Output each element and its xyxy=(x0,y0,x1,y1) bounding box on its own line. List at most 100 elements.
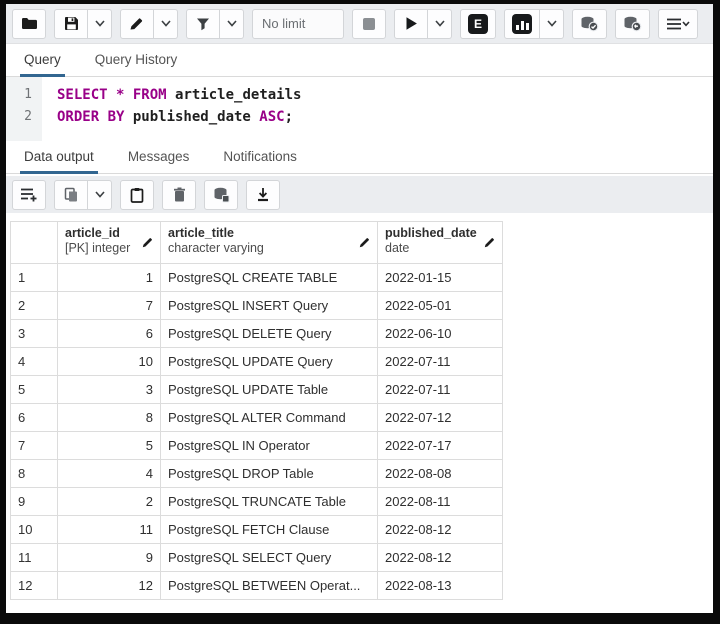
column-header-article-title[interactable]: article_title character varying xyxy=(161,222,378,264)
commit-icon xyxy=(580,16,599,32)
table-row: 68PostgreSQL ALTER Command2022-07-12 xyxy=(11,404,503,432)
cell-article-id[interactable]: 5 xyxy=(58,432,161,460)
save-icon xyxy=(64,16,79,31)
cell-article-id[interactable]: 4 xyxy=(58,460,161,488)
save-data-changes-button[interactable] xyxy=(204,180,238,210)
cell-article-title[interactable]: PostgreSQL INSERT Query xyxy=(161,292,378,320)
filter-button[interactable] xyxy=(186,9,220,39)
cell-published-date[interactable]: 2022-07-17 xyxy=(378,432,503,460)
explain-icon: E xyxy=(468,14,488,34)
row-number-cell[interactable]: 11 xyxy=(11,544,58,572)
cell-article-title[interactable]: PostgreSQL DROP Table xyxy=(161,460,378,488)
add-row-button[interactable] xyxy=(12,180,46,210)
row-limit-select[interactable]: No limit xyxy=(252,9,344,39)
copy-button[interactable] xyxy=(54,180,88,210)
cell-article-title[interactable]: PostgreSQL UPDATE Table xyxy=(161,376,378,404)
column-header-article-id[interactable]: article_id [PK] integer xyxy=(58,222,161,264)
column-header-published-date[interactable]: published_date date xyxy=(378,222,503,264)
execute-button[interactable] xyxy=(394,9,428,39)
cell-published-date[interactable]: 2022-07-11 xyxy=(378,348,503,376)
edit-dropdown-button[interactable] xyxy=(154,9,178,39)
cell-article-id[interactable]: 12 xyxy=(58,572,161,600)
cell-article-title[interactable]: PostgreSQL BETWEEN Operat... xyxy=(161,572,378,600)
row-number-cell[interactable]: 3 xyxy=(11,320,58,348)
cell-published-date[interactable]: 2022-01-15 xyxy=(378,264,503,292)
cell-article-id[interactable]: 11 xyxy=(58,516,161,544)
cell-published-date[interactable]: 2022-08-13 xyxy=(378,572,503,600)
edit-column-icon[interactable] xyxy=(484,236,496,251)
row-number-cell[interactable]: 7 xyxy=(11,432,58,460)
tab-query-history[interactable]: Query History xyxy=(91,44,182,77)
row-number-cell[interactable]: 9 xyxy=(11,488,58,516)
edit-column-icon[interactable] xyxy=(359,236,371,251)
rollback-icon xyxy=(623,16,642,32)
cell-article-title[interactable]: PostgreSQL FETCH Clause xyxy=(161,516,378,544)
macros-menu-button[interactable] xyxy=(658,9,698,39)
cell-article-title[interactable]: PostgreSQL UPDATE Query xyxy=(161,348,378,376)
sql-editor[interactable]: 12 SELECT * FROM article_detailsORDER BY… xyxy=(6,77,713,141)
cell-article-id[interactable]: 7 xyxy=(58,292,161,320)
tab-query[interactable]: Query xyxy=(20,44,65,77)
rollback-button[interactable] xyxy=(615,9,650,39)
cell-published-date[interactable]: 2022-08-12 xyxy=(378,516,503,544)
cell-published-date[interactable]: 2022-05-01 xyxy=(378,292,503,320)
edit-column-icon[interactable] xyxy=(142,236,154,251)
save-button[interactable] xyxy=(54,9,88,39)
cell-published-date[interactable]: 2022-07-12 xyxy=(378,404,503,432)
cell-article-title[interactable]: PostgreSQL DELETE Query xyxy=(161,320,378,348)
copy-dropdown-button[interactable] xyxy=(88,180,112,210)
line-number: 2 xyxy=(6,106,32,128)
cell-article-id[interactable]: 1 xyxy=(58,264,161,292)
open-file-button[interactable] xyxy=(12,9,46,39)
cell-article-title[interactable]: PostgreSQL CREATE TABLE xyxy=(161,264,378,292)
row-number-cell[interactable]: 8 xyxy=(11,460,58,488)
column-name: published_date xyxy=(385,226,480,241)
cell-article-title[interactable]: PostgreSQL SELECT Query xyxy=(161,544,378,572)
cell-article-id[interactable]: 8 xyxy=(58,404,161,432)
table-row: 1011PostgreSQL FETCH Clause2022-08-12 xyxy=(11,516,503,544)
commit-button[interactable] xyxy=(572,9,607,39)
cell-article-id[interactable]: 10 xyxy=(58,348,161,376)
cell-article-title[interactable]: PostgreSQL ALTER Command xyxy=(161,404,378,432)
cell-article-id[interactable]: 3 xyxy=(58,376,161,404)
sql-code[interactable]: SELECT * FROM article_detailsORDER BY pu… xyxy=(42,77,301,141)
save-dropdown-button[interactable] xyxy=(88,9,112,39)
cell-article-title[interactable]: PostgreSQL TRUNCATE Table xyxy=(161,488,378,516)
row-number-cell[interactable]: 2 xyxy=(11,292,58,320)
cell-published-date[interactable]: 2022-08-08 xyxy=(378,460,503,488)
cell-article-id[interactable]: 2 xyxy=(58,488,161,516)
sql-line[interactable]: ORDER BY published_date ASC; xyxy=(57,106,301,128)
row-number-cell[interactable]: 4 xyxy=(11,348,58,376)
cell-published-date[interactable]: 2022-08-11 xyxy=(378,488,503,516)
paste-button[interactable] xyxy=(120,180,154,210)
save-button-group xyxy=(54,9,112,39)
row-number-cell[interactable]: 6 xyxy=(11,404,58,432)
column-name: article_title xyxy=(168,226,355,241)
cell-published-date[interactable]: 2022-08-12 xyxy=(378,544,503,572)
cell-published-date[interactable]: 2022-06-10 xyxy=(378,320,503,348)
row-number-cell[interactable]: 10 xyxy=(11,516,58,544)
download-csv-button[interactable] xyxy=(246,180,280,210)
cell-article-title[interactable]: PostgreSQL IN Operator xyxy=(161,432,378,460)
explain-button[interactable]: E xyxy=(460,9,496,39)
select-all-corner[interactable] xyxy=(11,222,58,264)
row-number-cell[interactable]: 12 xyxy=(11,572,58,600)
table-row: 410PostgreSQL UPDATE Query2022-07-11 xyxy=(11,348,503,376)
cell-published-date[interactable]: 2022-07-11 xyxy=(378,376,503,404)
cancel-query-button[interactable] xyxy=(352,9,386,39)
row-number-cell[interactable]: 5 xyxy=(11,376,58,404)
delete-row-button[interactable] xyxy=(162,180,196,210)
edit-button[interactable] xyxy=(120,9,154,39)
execute-dropdown-button[interactable] xyxy=(428,9,452,39)
explain-analyze-button[interactable] xyxy=(504,9,540,39)
tab-data-output[interactable]: Data output xyxy=(20,141,98,174)
explain-analyze-dropdown-button[interactable] xyxy=(540,9,564,39)
tab-notifications[interactable]: Notifications xyxy=(219,141,301,174)
cell-article-id[interactable]: 9 xyxy=(58,544,161,572)
tab-messages[interactable]: Messages xyxy=(124,141,194,174)
row-number-cell[interactable]: 1 xyxy=(11,264,58,292)
sql-line[interactable]: SELECT * FROM article_details xyxy=(57,84,301,106)
filter-dropdown-button[interactable] xyxy=(220,9,244,39)
cell-article-id[interactable]: 6 xyxy=(58,320,161,348)
copy-button-group xyxy=(54,180,112,210)
